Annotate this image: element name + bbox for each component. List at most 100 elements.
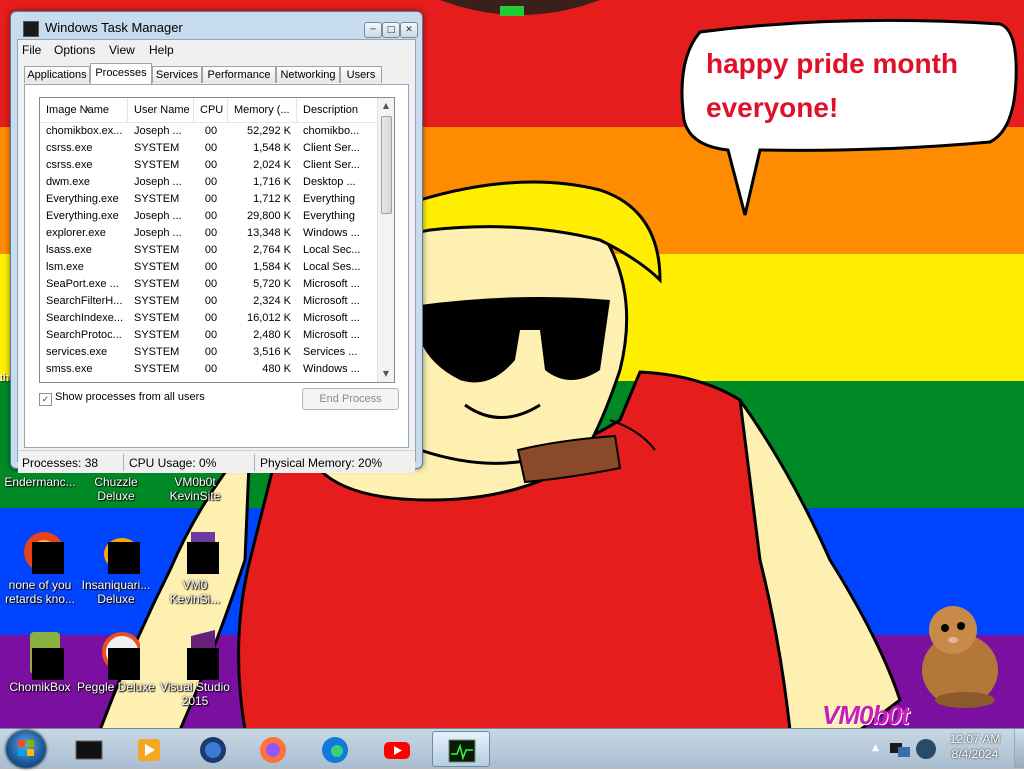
cell-memory: 480 K (262, 363, 291, 375)
table-row[interactable]: services.exe SYSTEM 00 3,516 K Services ... (40, 344, 378, 361)
table-row[interactable]: csrss.exe SYSTEM 00 2,024 K Client Ser... (40, 157, 378, 174)
taskbar-youtube[interactable] (368, 731, 426, 767)
desktop-icon-visual-studio[interactable]: Visual Studio 2015 (155, 630, 235, 708)
checkbox-check-icon[interactable]: ✓ (39, 393, 52, 406)
cell-memory: 1,584 K (253, 261, 291, 273)
table-row[interactable]: lsass.exe SYSTEM 00 2,764 K Local Sec... (40, 242, 378, 259)
table-row[interactable]: dwm.exe Joseph ... 00 1,716 K Desktop ... (40, 174, 378, 191)
column-cpu[interactable]: CPU (194, 98, 228, 122)
desktop-icon-label: Chuzzle Deluxe (94, 475, 138, 503)
column-image-name[interactable]: ▲ Image Name (40, 98, 128, 122)
cell-user-name: SYSTEM (134, 193, 180, 205)
scroll-thumb[interactable] (381, 116, 392, 214)
taskbar-media-player[interactable] (120, 731, 178, 767)
desktop-icon-none-of-you[interactable]: none of you retards kno... (0, 528, 80, 606)
table-row[interactable]: lsm.exe SYSTEM 00 1,584 K Local Ses... (40, 259, 378, 276)
minimize-button[interactable]: ─ (364, 22, 382, 38)
column-memory[interactable]: Memory (... (228, 98, 297, 122)
cell-image-name: chomikbox.ex... (46, 125, 123, 137)
show-all-processes-checkbox[interactable]: ✓ Show processes from all users (39, 391, 205, 406)
cell-description: Microsoft ... (303, 312, 360, 324)
taskbar-clock[interactable]: 12:07 AM 8/4/2024 (940, 732, 1010, 762)
table-row[interactable]: explorer.exe Joseph ... 00 13,348 K Windows … (40, 225, 378, 242)
menu-help[interactable]: Help (149, 43, 174, 57)
tab-processes[interactable]: Processes (90, 63, 152, 84)
wallpaper-watermark: VM0b0t (822, 700, 909, 730)
table-row[interactable]: Everything.exe Joseph ... 00 29,800 K Everyt… (40, 208, 378, 225)
cell-cpu: 00 (204, 261, 218, 273)
tab-services[interactable]: Services (152, 66, 202, 83)
taskbar-cmd[interactable] (60, 731, 118, 767)
desktop-icon-chomikbox[interactable]: ChomikBox (0, 630, 80, 694)
cell-memory: 16,012 K (246, 312, 291, 324)
desktop-icon-vm0-kevinsite[interactable]: VM0 KevinSi... (155, 528, 235, 606)
window-title: Windows Task Manager (45, 20, 183, 35)
network-icon[interactable] (888, 737, 912, 761)
cell-image-name: lsass.exe (46, 244, 92, 256)
tab-networking[interactable]: Networking (276, 66, 340, 83)
redacted-block (108, 648, 140, 680)
menu-options[interactable]: Options (54, 43, 95, 57)
table-row[interactable]: SearchFilterH... SYSTEM 00 2,324 K Microsoft… (40, 293, 378, 310)
taskbar-edge[interactable] (306, 731, 364, 767)
clock-time: 12:07 AM (949, 732, 1001, 746)
cell-description: Everything (303, 210, 355, 222)
tab-performance[interactable]: Performance (202, 66, 276, 83)
cell-memory: 2,480 K (253, 329, 291, 341)
cell-cpu: 00 (204, 346, 218, 358)
cell-memory: 13,348 K (246, 227, 291, 239)
cell-image-name: SeaPort.exe ... (46, 278, 119, 290)
show-hidden-icons-arrow[interactable]: ▲ (872, 743, 879, 753)
cell-memory: 2,764 K (253, 244, 291, 256)
task-manager-window[interactable]: Windows Task Manager ─ □ ✕ File Options … (10, 11, 423, 473)
menu-view[interactable]: View (109, 43, 135, 57)
title-bar[interactable]: Windows Task Manager ─ □ ✕ (19, 18, 418, 38)
cell-description: Microsoft ... (303, 295, 360, 307)
cell-user-name: SYSTEM (134, 244, 180, 256)
cell-image-name: explorer.exe (46, 227, 106, 239)
maximize-button[interactable]: □ (382, 22, 400, 38)
redacted-block (187, 542, 219, 574)
cell-memory: 1,716 K (253, 176, 291, 188)
start-button[interactable] (6, 730, 46, 768)
cell-description: Everything (303, 193, 355, 205)
table-row[interactable]: csrss.exe SYSTEM 00 1,548 K Client Ser... (40, 140, 378, 157)
column-description[interactable]: Description (297, 98, 378, 122)
cell-cpu: 00 (204, 210, 218, 222)
scroll-up-icon[interactable]: ▲ (378, 98, 394, 114)
volume-icon[interactable] (914, 737, 938, 761)
menu-file[interactable]: File (22, 43, 41, 57)
menu-bar: File Options View Help (18, 40, 415, 60)
cell-description: chomikbo... (303, 125, 360, 137)
cell-image-name: smss.exe (46, 363, 93, 375)
taskbar-task-manager[interactable] (432, 731, 490, 767)
table-row[interactable]: SearchIndexe... SYSTEM 00 16,012 K Microsoft… (40, 310, 378, 327)
taskbar-firefox[interactable] (244, 731, 302, 767)
status-bar: Processes: 38 CPU Usage: 0% Physical Mem… (18, 450, 415, 473)
taskbar-globe[interactable] (184, 731, 242, 767)
cell-cpu: 00 (204, 159, 218, 171)
cell-cpu: 00 (204, 278, 218, 290)
tab-users[interactable]: Users (340, 66, 382, 83)
show-desktop-button[interactable] (1014, 729, 1024, 768)
cell-memory: 1,712 K (253, 193, 291, 205)
table-row[interactable]: SeaPort.exe ... SYSTEM 00 5,720 K Microsoft … (40, 276, 378, 293)
close-button[interactable]: ✕ (400, 22, 418, 38)
desktop-icon-insaniquarium[interactable]: Insaniquari... Deluxe (76, 528, 156, 606)
column-user-name[interactable]: User Name (128, 98, 194, 122)
vertical-scrollbar[interactable]: ▲ ▼ (377, 98, 394, 382)
scroll-down-icon[interactable]: ▼ (378, 366, 394, 382)
table-row[interactable]: chomikbox.ex... Joseph ... 00 52,292 K chomi… (40, 123, 378, 140)
table-row[interactable]: smss.exe SYSTEM 00 480 K Windows ... (40, 361, 378, 378)
cell-memory: 1,548 K (253, 142, 291, 154)
processes-panel: ▲ Image Name User Name CPU Memory (... D… (24, 84, 409, 448)
desktop-icon-peggle[interactable]: Peggle Deluxe (76, 630, 156, 694)
cmd-icon (75, 740, 103, 760)
end-process-button[interactable]: End Process (302, 388, 399, 410)
table-row[interactable]: Everything.exe SYSTEM 00 1,712 K Everything (40, 191, 378, 208)
process-list[interactable]: ▲ Image Name User Name CPU Memory (... D… (39, 97, 395, 383)
table-row[interactable]: SearchProtoc... SYSTEM 00 2,480 K Microsoft … (40, 327, 378, 344)
media-player-icon (138, 739, 160, 761)
cell-memory: 2,024 K (253, 159, 291, 171)
tab-applications[interactable]: Applications (24, 66, 90, 83)
